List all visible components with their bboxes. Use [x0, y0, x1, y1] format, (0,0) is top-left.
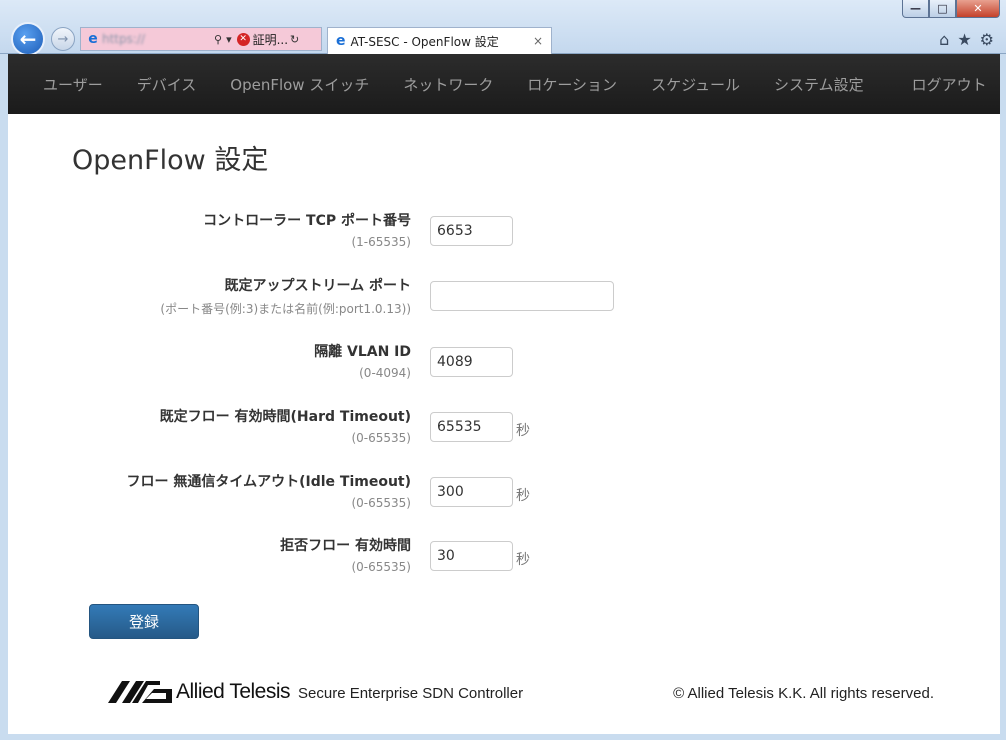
home-icon[interactable]: ⌂: [939, 30, 949, 49]
field-label-group: コントローラー TCP ポート番号 (1-65535): [203, 210, 411, 249]
search-icon[interactable]: ⚲: [214, 33, 222, 46]
field-hint: (ポート番号(例:3)または名前(例:port1.0.13)): [160, 302, 411, 316]
allied-telesis-logo: Allied Telesis Secure Enterprise SDN Con…: [108, 680, 523, 704]
address-url[interactable]: https://: [102, 32, 212, 46]
forward-button[interactable]: →: [51, 27, 75, 51]
forward-arrow-icon: →: [57, 31, 69, 47]
nav-devices[interactable]: デバイス: [120, 74, 214, 95]
field-hint: (0-65535): [351, 496, 411, 510]
browser-chrome: — □ ✕ ← → e https:// ⚲ ▾ ✕ 証明... ↻ e AT-…: [0, 0, 1006, 56]
tab-close-icon[interactable]: ×: [533, 34, 543, 48]
vlan-id-input[interactable]: [430, 347, 513, 377]
maximize-button[interactable]: □: [929, 0, 956, 18]
form-row-deny-flow: 拒否フロー 有効時間 (0-65535) 秒: [8, 535, 1000, 595]
favorites-icon[interactable]: ★: [957, 30, 971, 49]
field-hint: (0-65535): [351, 431, 411, 445]
hard-timeout-input[interactable]: [430, 412, 513, 442]
unit-seconds: 秒: [516, 488, 530, 504]
back-arrow-icon: ←: [19, 27, 37, 51]
form-row-upstream-port: 既定アップストリーム ポート (ポート番号(例:3)または名前(例:port1.…: [8, 275, 1000, 335]
allied-telesis-logo-icon: [108, 681, 172, 703]
upstream-port-input[interactable]: [430, 281, 614, 311]
unit-seconds: 秒: [516, 423, 530, 439]
register-button[interactable]: 登録: [89, 604, 199, 639]
field-label: フロー 無通信タイムアウト(Idle Timeout): [126, 474, 412, 490]
field-label-group: 拒否フロー 有効時間 (0-65535): [280, 535, 411, 574]
field-label: 既定フロー 有効時間(Hard Timeout): [159, 409, 411, 425]
copyright-text: © Allied Telesis K.K. All rights reserve…: [673, 685, 934, 702]
browser-tools: ⌂ ★ ⚙: [939, 30, 994, 49]
brand-tagline: Secure Enterprise SDN Controller: [298, 685, 524, 702]
form-row-idle-timeout: フロー 無通信タイムアウト(Idle Timeout) (0-65535) 秒: [8, 471, 1000, 531]
field-hint: (1-65535): [351, 235, 411, 249]
footer: Allied Telesis Secure Enterprise SDN Con…: [8, 678, 1000, 708]
ie-tab-icon: e: [336, 33, 346, 49]
close-window-button[interactable]: ✕: [956, 0, 1000, 18]
field-label: 既定アップストリーム ポート: [224, 278, 411, 294]
field-hint: (0-65535): [351, 560, 411, 574]
field-label: コントローラー TCP ポート番号: [203, 213, 411, 229]
deny-flow-timeout-input[interactable]: [430, 541, 513, 571]
window-controls: — □ ✕: [902, 0, 1000, 18]
dropdown-icon[interactable]: ▾: [226, 33, 232, 46]
certificate-error-icon[interactable]: ✕: [236, 32, 250, 46]
nav-system-settings[interactable]: システム設定: [757, 74, 881, 95]
refresh-icon[interactable]: ↻: [290, 33, 299, 46]
top-navbar: ユーザー デバイス OpenFlow スイッチ ネットワーク ロケーション スケ…: [8, 54, 1000, 114]
minimize-button[interactable]: —: [902, 0, 929, 18]
form-row-tcp-port: コントローラー TCP ポート番号 (1-65535): [8, 210, 1000, 270]
tcp-port-input[interactable]: [430, 216, 513, 246]
nav-location[interactable]: ロケーション: [510, 74, 634, 95]
field-label: 拒否フロー 有効時間: [280, 538, 411, 554]
address-bar[interactable]: e https:// ⚲ ▾ ✕ 証明... ↻: [80, 27, 322, 51]
field-label-group: 既定フロー 有効時間(Hard Timeout) (0-65535): [160, 406, 411, 445]
form-row-vlan-id: 隔離 VLAN ID (0-4094): [8, 341, 1000, 401]
tab-title: AT-SESC - OpenFlow 設定: [350, 34, 499, 49]
field-label-group: 隔離 VLAN ID (0-4094): [314, 341, 411, 380]
ie-icon: e: [88, 31, 98, 47]
field-label-group: フロー 無通信タイムアウト(Idle Timeout) (0-65535): [127, 471, 412, 510]
nav-logout[interactable]: ログアウト: [895, 74, 1000, 95]
nav-network[interactable]: ネットワーク: [386, 74, 510, 95]
nav-openflow-switch[interactable]: OpenFlow スイッチ: [213, 74, 386, 95]
nav-schedule[interactable]: スケジュール: [634, 74, 757, 95]
field-label-group: 既定アップストリーム ポート (ポート番号(例:3)または名前(例:port1.…: [160, 275, 411, 317]
brand-name: Allied Telesis: [176, 680, 291, 703]
back-button[interactable]: ←: [11, 22, 45, 56]
page-content: ユーザー デバイス OpenFlow スイッチ ネットワーク ロケーション スケ…: [8, 54, 1000, 734]
idle-timeout-input[interactable]: [430, 477, 513, 507]
field-hint: (0-4094): [359, 366, 411, 380]
settings-gear-icon[interactable]: ⚙: [980, 30, 994, 49]
form-row-hard-timeout: 既定フロー 有効時間(Hard Timeout) (0-65535) 秒: [8, 406, 1000, 466]
unit-seconds: 秒: [516, 552, 530, 568]
browser-tab[interactable]: e AT-SESC - OpenFlow 設定 ×: [327, 27, 552, 54]
page-title: OpenFlow 設定: [72, 145, 269, 176]
nav-users[interactable]: ユーザー: [26, 74, 120, 95]
field-label: 隔離 VLAN ID: [314, 344, 411, 360]
certificate-error-label[interactable]: 証明...: [253, 31, 288, 48]
